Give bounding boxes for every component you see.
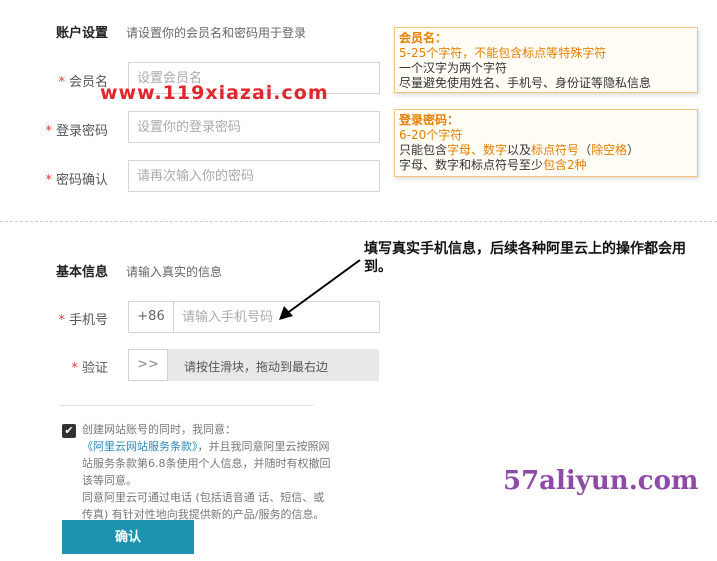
slider-handle[interactable]: >> <box>128 349 168 381</box>
password-tip-highlight: 除空格 <box>591 143 628 157</box>
agree-checkbox[interactable]: ✔ <box>62 424 76 438</box>
username-tip-title: 会员名： <box>399 31 448 45</box>
country-code-select[interactable]: +86 <box>128 301 174 333</box>
annotation-text: 填写真实手机信息，后续各种阿里云上的操作都会用到。 <box>364 241 686 275</box>
phone-label: * 手机号 <box>38 309 108 328</box>
password-tip-highlight: 字母、数字 <box>447 143 508 157</box>
password-label: * 登录密码 <box>38 120 108 139</box>
phone-field[interactable] <box>173 301 380 333</box>
password-tip-line1: 6-20个字符 <box>399 128 463 142</box>
username-tip-line2: 一个汉字为两个字符 <box>399 61 508 75</box>
basic-section-title: 基本信息 <box>56 265 109 280</box>
password-tip-line2: 只能包含字母、数字以及标点符号（除空格） <box>399 143 693 158</box>
password-tip-title: 登录密码： <box>399 113 460 127</box>
confirm-password-label: * 密码确认 <box>38 169 108 188</box>
password-tip-text: 以及 <box>507 143 532 157</box>
verify-label-text: 验证 <box>81 361 108 376</box>
password-input[interactable] <box>137 112 379 142</box>
password-label-text: 登录密码 <box>55 124 108 139</box>
password-tip-text: ） <box>627 143 640 157</box>
confirm-password-input[interactable] <box>137 161 379 191</box>
basic-section-hint: 请输入真实的信息 <box>126 265 223 279</box>
agreement-line2: 《阿里云网站服务条款》，并且我同意阿里云按照网站服务条款第6.8条使用个人信息，… <box>82 438 332 489</box>
required-mark: * <box>58 75 65 90</box>
agreement-line3: 同意阿里云可通过电话 (包括语音通 话、短信、或传真) 有针对性地向我提供新的产… <box>82 491 325 521</box>
username-label: * 会员名 <box>38 71 108 90</box>
confirm-button[interactable]: 确认 <box>62 520 194 554</box>
required-mark: * <box>45 173 52 188</box>
username-tip-line1: 5-25个字符，不能包含标点等特殊字符 <box>399 46 607 60</box>
password-field[interactable] <box>128 111 380 143</box>
watermark-bottom: 57aliyun.com <box>503 466 699 496</box>
confirm-password-field[interactable] <box>128 160 380 192</box>
verify-label: * 验证 <box>38 357 108 376</box>
password-tip-text: （ <box>579 143 592 157</box>
required-mark: * <box>71 361 78 376</box>
account-section-title: 账户设置 <box>56 26 109 41</box>
phone-input[interactable] <box>182 302 379 332</box>
slider-hint: 请按住滑块，拖动到最右边 <box>184 360 329 374</box>
password-tip-line3: 字母、数字和标点符号至少包含2种 <box>399 158 693 173</box>
account-section-hint: 请设置你的会员名和密码用于登录 <box>126 26 307 40</box>
agreement-divider <box>60 405 314 406</box>
password-tip-highlight: 标点符号 <box>531 143 580 157</box>
username-tip-line3: 尽量避免使用姓名、手机号、身份证等隐私信息 <box>399 76 652 90</box>
password-tip: 登录密码： 6-20个字符 只能包含字母、数字以及标点符号（除空格） 字母、数字… <box>394 109 698 177</box>
username-tip: 会员名： 5-25个字符，不能包含标点等特殊字符 一个汉字为两个字符 尽量避免使… <box>394 27 698 93</box>
password-tip-text: 只能包含 <box>399 143 448 157</box>
required-mark: * <box>58 313 65 328</box>
password-tip-highlight: 包含2种 <box>543 158 587 172</box>
password-tip-text: 字母、数字和标点符号至少 <box>399 158 544 172</box>
agreement-text: 创建网站账号的同时，我同意： 《阿里云网站服务条款》，并且我同意阿里云按照网站服… <box>82 421 332 523</box>
phone-label-text: 手机号 <box>68 313 108 328</box>
section-divider <box>0 221 717 222</box>
agreement-line1: 创建网站账号的同时，我同意： <box>82 423 236 436</box>
confirm-password-label-text: 密码确认 <box>55 173 108 188</box>
watermark-top: www.119xiazai.com <box>100 82 329 104</box>
required-mark: * <box>45 124 52 139</box>
terms-link[interactable]: 《阿里云网站服务条款》 <box>82 440 198 453</box>
